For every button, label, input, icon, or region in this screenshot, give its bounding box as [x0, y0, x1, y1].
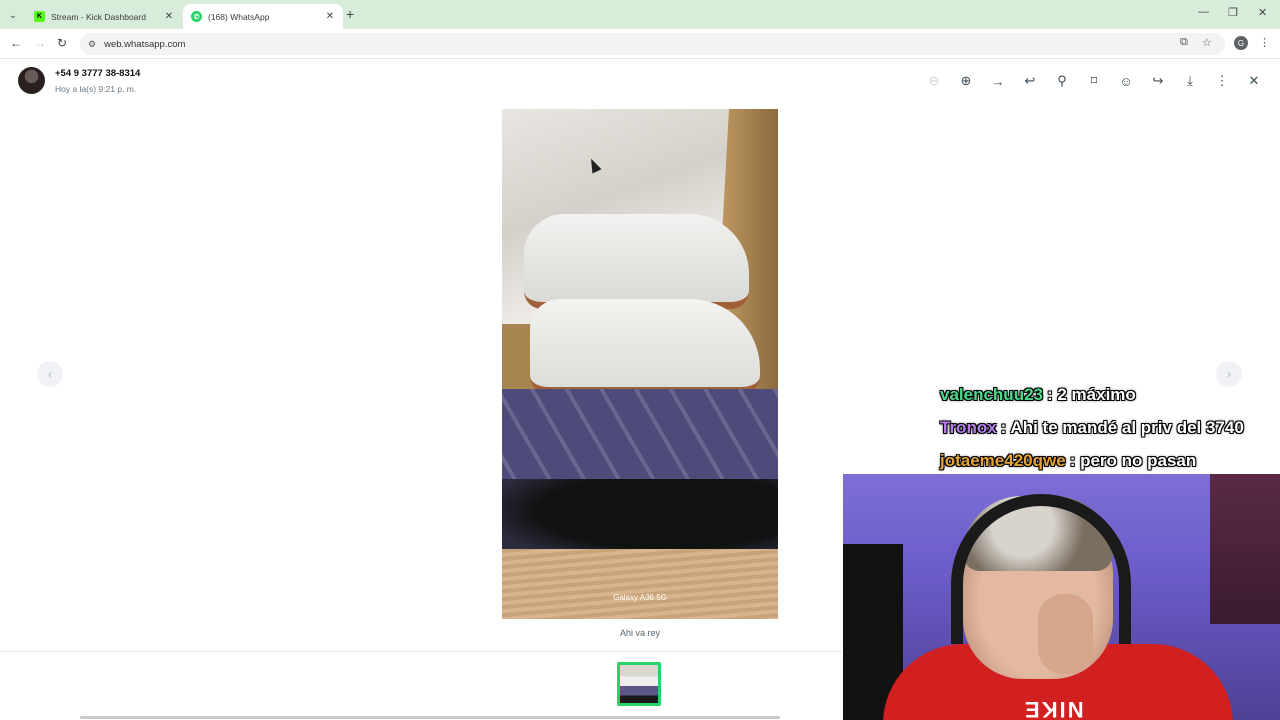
forward-icon[interactable]: ↪ — [1149, 72, 1167, 90]
stream-chat-overlay: valenchuu23 : 2 máximo Tronox : Ahi te m… — [940, 378, 1280, 477]
go-to-message-icon[interactable]: → — [989, 72, 1007, 90]
bookmark-star-icon[interactable]: ☆ — [1202, 36, 1212, 49]
beige-fabric — [502, 549, 778, 619]
back-arrow-icon[interactable]: ← — [10, 36, 22, 50]
media-viewer-header: +54 9 3777 38-8314 Hoy a la(s) 9:21 p. m… — [0, 60, 1280, 104]
tab-title: Stream - Kick Dashboard — [51, 11, 146, 22]
camera-watermark: Galaxy A36 5G — [613, 593, 667, 602]
bedsheet — [502, 389, 778, 489]
webcam-overlay: NIKE — [843, 474, 1280, 720]
profile-avatar[interactable]: G — [1234, 36, 1248, 50]
window-close-icon[interactable]: ✕ — [1258, 6, 1267, 19]
zoom-in-icon[interactable]: ⊕ — [957, 72, 975, 90]
chat-username: valenchuu23 — [940, 384, 1043, 404]
browser-toolbar: ← → ↻ ⚙ web.whatsapp.com ⧉ ☆ ⋮ — [0, 29, 1280, 59]
more-options-icon[interactable]: ⋮ — [1213, 72, 1231, 90]
tab-whatsapp[interactable]: ✆ (168) WhatsApp ✕ — [183, 4, 343, 29]
chat-message: valenchuu23 : 2 máximo — [940, 378, 1280, 411]
pin-icon[interactable]: ⚲ — [1053, 72, 1071, 90]
chat-message: Tronox : Ahi te mandé al priv del 3740 — [940, 411, 1280, 444]
install-app-icon[interactable]: ⧉ — [1180, 36, 1188, 49]
whatsapp-favicon-icon: ✆ — [191, 11, 202, 22]
browser-menu-icon[interactable]: ⋮ — [1259, 36, 1270, 49]
contact-name[interactable]: +54 9 3777 38-8314 — [55, 68, 140, 79]
message-timestamp: Hoy a la(s) 9:21 p. m. — [55, 84, 137, 94]
minimize-icon[interactable]: — — [1198, 6, 1209, 18]
previous-media-button[interactable]: ‹ — [37, 361, 63, 387]
chat-text: : 2 máximo — [1047, 384, 1136, 404]
chat-message: jotaeme420qwe : pero no pasan — [940, 444, 1280, 477]
reply-icon[interactable]: ↩ — [1021, 72, 1039, 90]
zoom-out-icon[interactable]: ⊖ — [925, 72, 943, 90]
media-photo[interactable]: Galaxy A36 5G — [502, 109, 778, 619]
chat-username: jotaeme420qwe — [940, 450, 1066, 470]
close-tab-icon[interactable]: ✕ — [162, 11, 176, 22]
sneaker-left — [524, 214, 749, 309]
shirt-logo: NIKE — [1023, 697, 1084, 720]
dark-fabric — [502, 479, 778, 559]
reload-icon[interactable]: ↻ — [57, 36, 67, 50]
tab-kick-dashboard[interactable]: K Stream - Kick Dashboard ✕ — [26, 4, 182, 29]
site-info-icon[interactable]: ⚙ — [88, 39, 96, 50]
tab-search-menu-button[interactable]: ⌄ — [4, 6, 22, 24]
sneaker-right — [530, 299, 760, 394]
media-caption: Ahi va rey — [619, 628, 661, 638]
new-tab-button[interactable]: + — [346, 6, 354, 22]
contact-avatar[interactable] — [18, 67, 45, 94]
browser-tab-strip: ⌄ K Stream - Kick Dashboard ✕ ✆ (168) Wh… — [0, 0, 1280, 29]
download-icon[interactable]: ⤓ — [1181, 72, 1199, 90]
address-bar[interactable]: ⚙ web.whatsapp.com — [80, 33, 1225, 55]
restore-icon[interactable]: ❐ — [1228, 6, 1238, 19]
tab-title: (168) WhatsApp — [208, 11, 270, 22]
react-emoji-icon[interactable]: ☺ — [1117, 72, 1135, 90]
forward-arrow-icon[interactable]: → — [34, 36, 46, 50]
url-text: web.whatsapp.com — [104, 38, 186, 50]
media-thumbnail-selected[interactable] — [617, 662, 661, 706]
wall-poster — [1210, 474, 1280, 624]
thumbnail-strip-divider — [0, 651, 842, 652]
chat-text: : Ahi te mandé al priv del 3740 — [1000, 417, 1244, 437]
close-tab-icon[interactable]: ✕ — [323, 11, 337, 22]
close-viewer-icon[interactable]: ✕ — [1245, 72, 1263, 90]
chat-text: : pero no pasan — [1069, 450, 1197, 470]
chat-username: Tronox — [940, 417, 997, 437]
save-bookmark-icon[interactable]: ⌑ — [1085, 72, 1103, 90]
kick-favicon-icon: K — [34, 11, 45, 22]
streamer-hand — [1038, 594, 1093, 674]
horizontal-scrollbar[interactable] — [80, 716, 780, 719]
